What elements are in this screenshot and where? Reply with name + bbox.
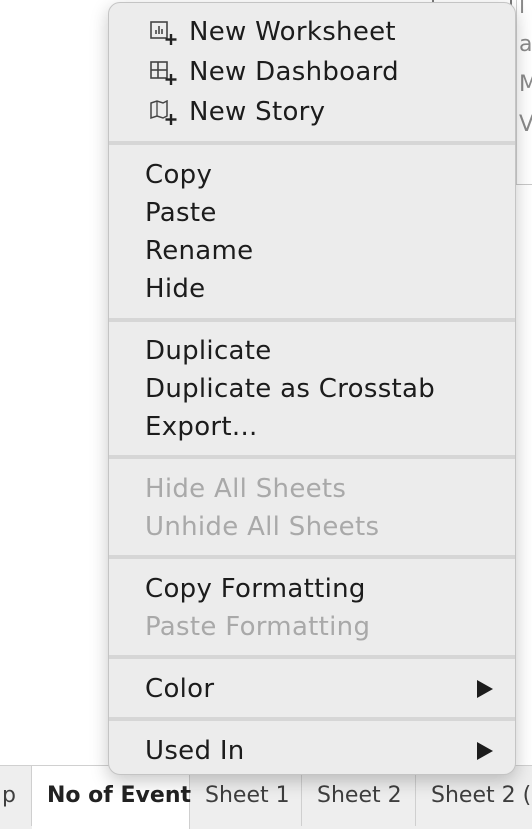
new-dashboard-icon	[150, 61, 177, 85]
sheet-tab-sheet-1[interactable]: Sheet 1	[190, 766, 302, 826]
sheet-tab-no-of-event[interactable]: No of Event	[32, 766, 191, 829]
sheet-tab-sheet-2[interactable]: Sheet 2	[302, 766, 416, 826]
background-text-fragment: a	[519, 32, 532, 57]
menu-item-paste[interactable]: Paste	[109, 194, 515, 232]
sheet-tab-sheet-2-copy[interactable]: Sheet 2 (	[416, 766, 532, 826]
menu-item-label: New Story	[189, 97, 326, 127]
menu-item-hide-all-sheets: Hide All Sheets	[145, 474, 347, 504]
menu-item-paste-formatting: Paste Formatting	[145, 612, 371, 642]
menu-separator	[109, 555, 515, 559]
menu-item-duplicate-as-crosstab[interactable]: Duplicate as Crosstab	[109, 370, 515, 408]
menu-item-duplicate[interactable]: Duplicate	[109, 332, 515, 370]
background-text-fragment: V	[519, 112, 532, 137]
menu-item-label: Color	[145, 674, 215, 704]
menu-separator	[109, 141, 515, 145]
sheet-tab-partial[interactable]: p	[0, 766, 32, 826]
menu-item-label: New Worksheet	[189, 17, 396, 47]
menu-item-rename[interactable]: Rename	[109, 232, 515, 270]
menu-separator	[109, 318, 515, 322]
menu-separator	[109, 655, 515, 659]
menu-item-copy-formatting[interactable]: Copy Formatting	[109, 570, 515, 608]
menu-item-color[interactable]: Color	[109, 670, 515, 708]
menu-item-hide[interactable]: Hide	[109, 270, 515, 308]
sheet-context-menu: New Worksheet New Dashboard New Story Co…	[108, 2, 516, 775]
submenu-arrow-icon	[477, 742, 493, 760]
menu-item-new-dashboard[interactable]: New Dashboard	[109, 53, 515, 91]
menu-separator	[109, 717, 515, 721]
menu-item-new-story[interactable]: New Story	[109, 93, 515, 131]
new-worksheet-icon	[150, 21, 177, 45]
background-text-fragment: M	[519, 72, 532, 97]
menu-item-label: New Dashboard	[189, 57, 399, 87]
background-divider	[516, 184, 532, 185]
submenu-arrow-icon	[477, 680, 493, 698]
menu-item-export[interactable]: Export...	[109, 408, 515, 446]
background-panel-fragment: l a M V	[516, 0, 532, 185]
menu-item-new-worksheet[interactable]: New Worksheet	[109, 13, 515, 51]
menu-item-unhide-all-sheets: Unhide All Sheets	[145, 512, 380, 542]
menu-item-copy[interactable]: Copy	[109, 156, 515, 194]
background-text-fragment: l	[519, 0, 526, 19]
new-story-icon	[150, 100, 177, 125]
menu-item-used-in[interactable]: Used In	[109, 732, 515, 770]
menu-separator	[109, 455, 515, 459]
menu-item-label: Used In	[145, 736, 245, 766]
